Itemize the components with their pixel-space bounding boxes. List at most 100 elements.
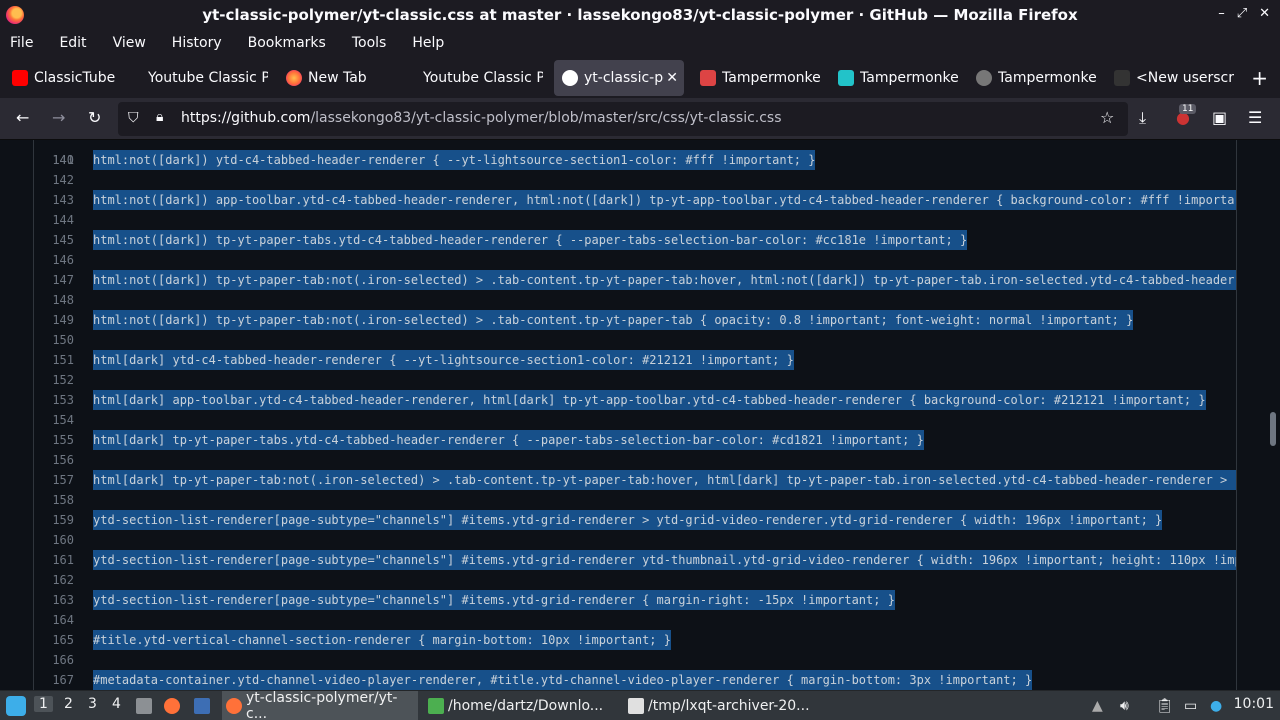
line-number: 149 <box>52 313 74 327</box>
desktop-3[interactable]: 3 <box>88 696 97 712</box>
code-viewer[interactable]: 140 141 html:not([dark]) ytd-c4-tabbed-he… <box>0 140 1280 690</box>
menu-help[interactable]: Help <box>412 35 454 51</box>
new-tab-button[interactable]: + <box>1251 66 1268 90</box>
code-text[interactable]: ytd-section-list-renderer[page-subtype="… <box>93 590 895 610</box>
firefox-icon <box>286 70 302 86</box>
tab-youtube-classic-1[interactable]: Youtube Classic P <box>140 60 268 96</box>
line-number: 151 <box>52 353 74 367</box>
reload-icon[interactable]: ↻ <box>88 108 101 127</box>
tab-yt-classic-polymer[interactable]: yt-classic-pc ✕ <box>554 60 684 96</box>
menu-file[interactable]: File <box>10 35 43 51</box>
back-arrow-icon[interactable]: ← <box>16 108 29 127</box>
firefox-launcher-icon[interactable] <box>164 691 184 720</box>
tray-up-icon[interactable]: ▲ <box>1092 691 1103 720</box>
code-line: 165 #title.ytd-vertical-channel-section-r… <box>0 630 1236 650</box>
url-text[interactable]: https://github.com/lassekongo83/yt-class… <box>181 110 782 126</box>
taskbar-item-firefox[interactable]: yt-classic-polymer/yt-c... <box>222 690 418 720</box>
minimize-button[interactable]: – <box>1218 6 1225 21</box>
hamburger-menu-icon[interactable]: ☰ <box>1248 108 1262 127</box>
volume-icon[interactable]: 🔊︎ <box>1120 691 1129 720</box>
clipboard-icon[interactable]: 📋︎ <box>1156 691 1174 720</box>
desktop-1[interactable]: 1 <box>34 696 53 712</box>
tab-tampermonkey-2[interactable]: Tampermonke <box>830 60 958 96</box>
content-border <box>1236 140 1237 690</box>
line-number: 142 <box>52 173 74 187</box>
code-text[interactable]: html[dark] tp-yt-paper-tab:not(.iron-sel… <box>93 470 1236 490</box>
tab-new-userscript[interactable]: <New userscr <box>1106 60 1234 96</box>
tab-youtube-classic-2[interactable]: Youtube Classic P <box>415 60 543 96</box>
terminal-launcher-icon[interactable] <box>194 691 214 720</box>
code-text[interactable]: ytd-section-list-renderer[page-subtype="… <box>93 510 1163 530</box>
menu-view[interactable]: View <box>113 35 156 51</box>
line-number: 159 <box>52 513 74 527</box>
code-line: 147 html:not([dark]) tp-yt-paper-tab:not(… <box>0 270 1236 290</box>
code-line: 143 html:not([dark]) app-toolbar.ytd-c4-t… <box>0 190 1236 210</box>
code-line: 141 html:not([dark]) ytd-c4-tabbed-header… <box>0 150 1236 170</box>
code-line: 167 #metadata-container.ytd-channel-video… <box>0 670 1236 690</box>
reader-icon[interactable]: ▣ <box>1212 108 1227 127</box>
close-window-button[interactable]: ✕ <box>1259 6 1270 21</box>
forward-arrow-icon[interactable]: → <box>52 108 65 127</box>
taskbar-item-archive[interactable]: /home/dartz/Downlo... <box>424 691 620 720</box>
code-text[interactable]: #title.ytd-vertical-channel-section-rend… <box>93 630 671 650</box>
line-number: 163 <box>52 593 74 607</box>
code-line: 166 <box>0 650 1236 670</box>
menu-tools[interactable]: Tools <box>352 35 397 51</box>
code-text[interactable]: ytd-section-list-renderer[page-subtype="… <box>93 550 1236 570</box>
menu-bookmarks[interactable]: Bookmarks <box>248 35 336 51</box>
code-text[interactable]: html:not([dark]) ytd-c4-tabbed-header-re… <box>93 150 816 170</box>
code-line: 156 <box>0 450 1236 470</box>
shield-icon[interactable]: ⛉ <box>128 110 139 126</box>
file-manager-launcher-icon[interactable] <box>136 691 156 720</box>
network-icon[interactable]: ▭ <box>1184 691 1197 720</box>
bookmark-star-icon[interactable]: ☆ <box>1100 108 1114 127</box>
code-text[interactable]: html:not([dark]) tp-yt-paper-tab:not(.ir… <box>93 270 1236 290</box>
archive-icon <box>428 698 444 714</box>
code-line: 162 <box>0 570 1236 590</box>
close-tab-icon[interactable]: ✕ <box>666 70 678 86</box>
line-number: 162 <box>52 573 74 587</box>
download-icon[interactable]: ⤓ <box>1139 108 1146 128</box>
menu-bar: File Edit View History Bookmarks Tools H… <box>0 30 1280 56</box>
line-number: 143 <box>52 193 74 207</box>
code-text[interactable]: html:not([dark]) tp-yt-paper-tab:not(.ir… <box>93 310 1134 330</box>
code-line: 149 html:not([dark]) tp-yt-paper-tab:not(… <box>0 310 1236 330</box>
menu-history[interactable]: History <box>172 35 232 51</box>
code-text[interactable]: html[dark] tp-yt-paper-tabs.ytd-c4-tabbe… <box>93 430 924 450</box>
taskbar-item-label: /home/dartz/Downlo... <box>448 698 604 714</box>
code-text[interactable]: html[dark] ytd-c4-tabbed-header-renderer… <box>93 350 794 370</box>
tab-tampermonkey-3[interactable]: Tampermonke <box>968 60 1096 96</box>
code-text[interactable]: html:not([dark]) app-toolbar.ytd-c4-tabb… <box>93 190 1236 210</box>
line-number: 147 <box>52 273 74 287</box>
line-number: 148 <box>52 293 74 307</box>
tab-tampermonkey-1[interactable]: Tampermonke <box>692 60 820 96</box>
taskbar-item-editor[interactable]: /tmp/lxqt-archiver-20... <box>624 691 820 720</box>
code-line: 150 <box>0 330 1236 350</box>
maximize-button[interactable]: ⤢ <box>1237 6 1247 21</box>
code-line: 148 <box>0 290 1236 310</box>
line-number: 152 <box>52 373 74 387</box>
clock[interactable]: 10:01 <box>1234 696 1274 712</box>
code-text[interactable]: #metadata-container.ytd-channel-video-pl… <box>93 670 1033 690</box>
start-menu-icon[interactable] <box>6 696 26 716</box>
tab-new-tab[interactable]: New Tab <box>278 60 406 96</box>
code-line: 155 html[dark] tp-yt-paper-tabs.ytd-c4-ta… <box>0 430 1236 450</box>
line-number: 167 <box>52 673 74 687</box>
gear-icon <box>838 70 854 86</box>
tab-classictube[interactable]: ClassicTube <box>4 60 132 96</box>
desktop-2[interactable]: 2 <box>64 696 73 712</box>
image-icon <box>700 70 716 86</box>
scrollbar-thumb[interactable] <box>1270 412 1276 446</box>
code-line: 158 <box>0 490 1236 510</box>
code-text[interactable]: html:not([dark]) tp-yt-paper-tabs.ytd-c4… <box>93 230 968 250</box>
lock-icon[interactable]: 🔒︎ <box>156 109 163 125</box>
code-text[interactable]: html[dark] app-toolbar.ytd-c4-tabbed-hea… <box>93 390 1206 410</box>
menu-edit[interactable]: Edit <box>59 35 96 51</box>
desktop-4[interactable]: 4 <box>112 696 121 712</box>
code-line: 161 ytd-section-list-renderer[page-subtyp… <box>0 550 1236 570</box>
update-icon[interactable]: ● <box>1210 691 1222 720</box>
extension-badge: 11 <box>1179 104 1197 114</box>
line-number: 141 <box>52 153 74 167</box>
youtube-icon <box>12 70 28 86</box>
url-bar[interactable]: ⛉ 🔒︎ https://github.com/lassekongo83/yt-… <box>118 102 1128 136</box>
